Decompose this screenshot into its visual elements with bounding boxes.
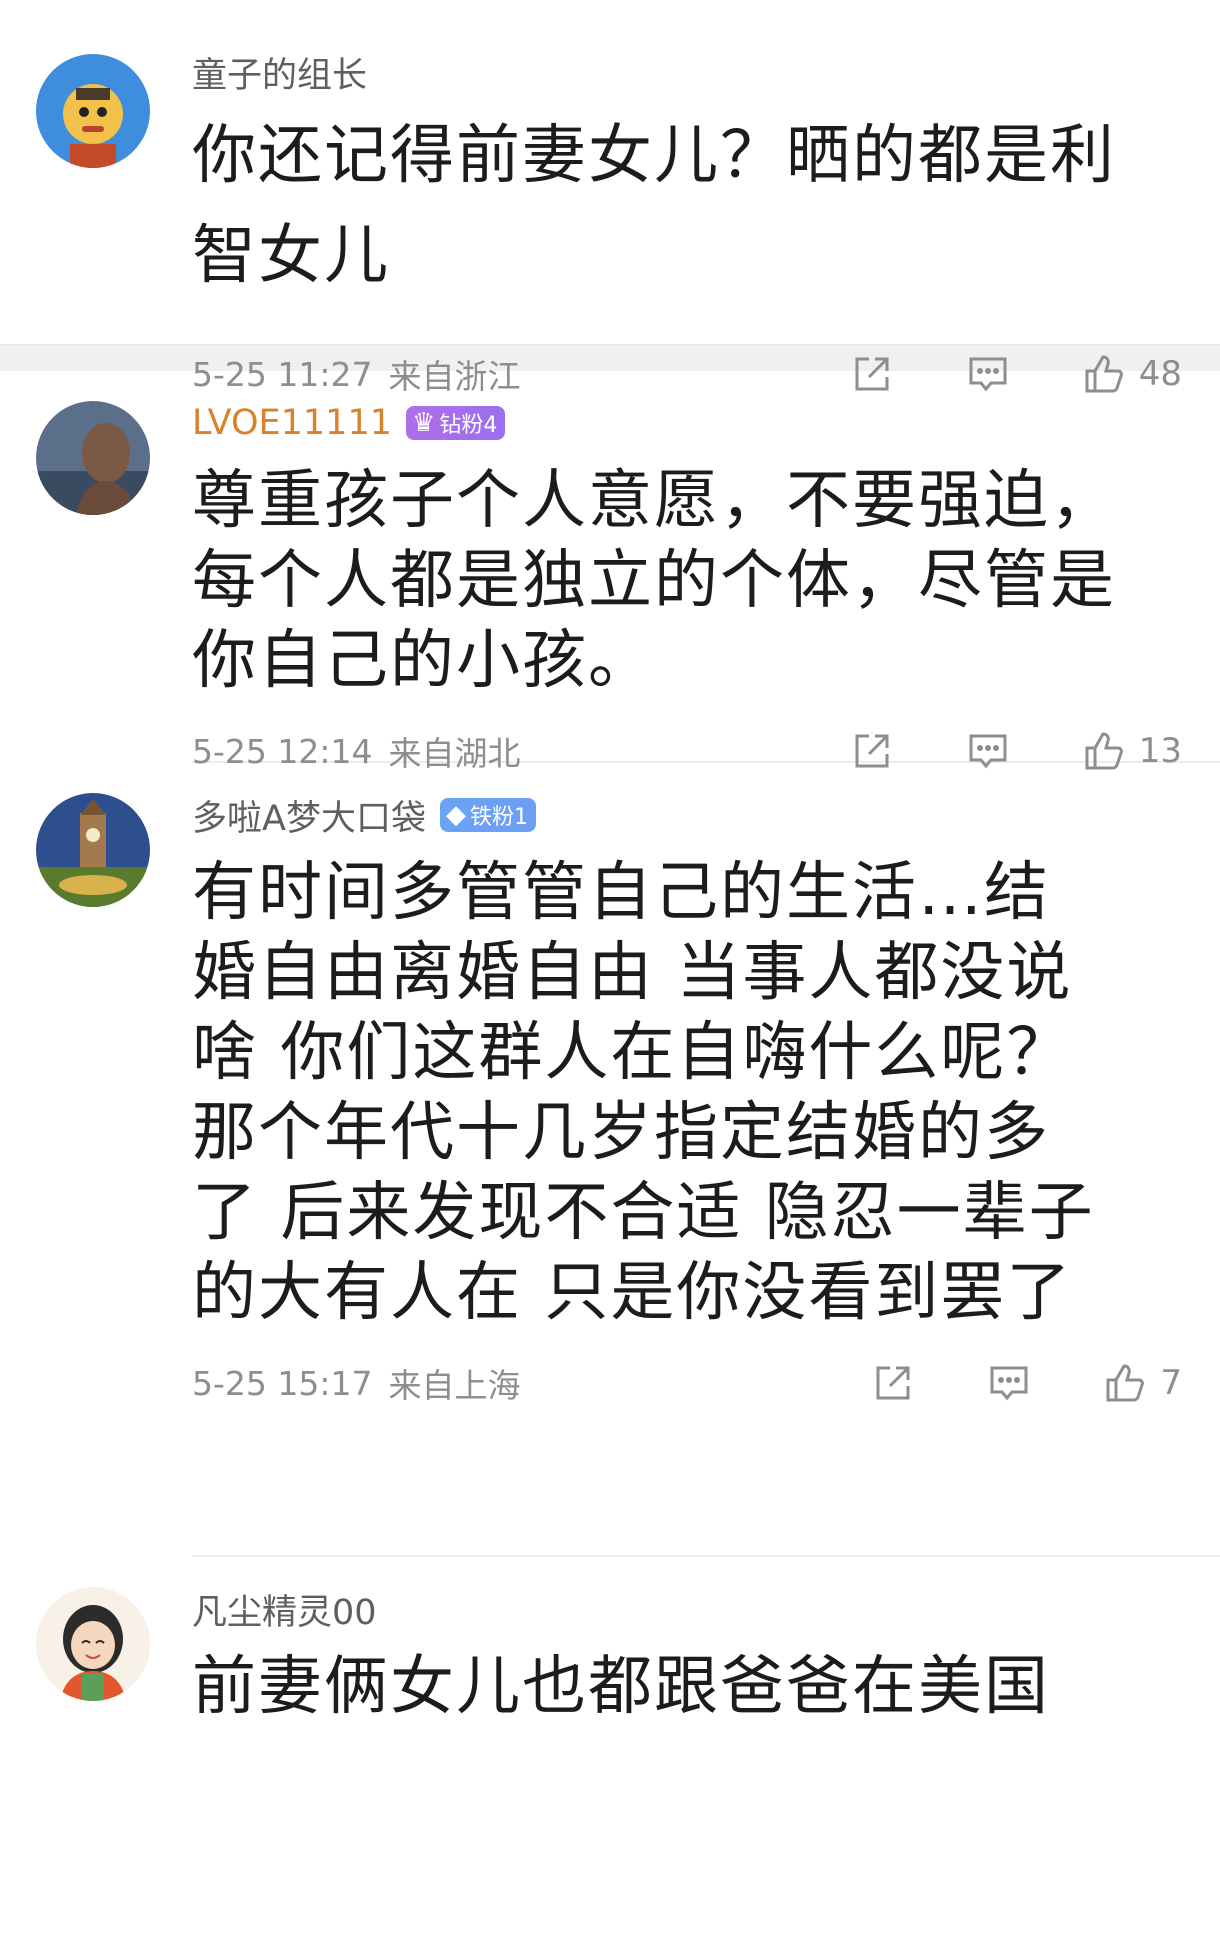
comment-text: 你还记得前妻女儿？晒的都是利 智女儿 [192,119,1116,293]
diamond-icon: ◆ [445,800,466,830]
comment-icon [990,1366,1028,1401]
thumbs-up-icon [1106,1364,1145,1402]
fan-badge: ◆ 铁粉1 [439,798,536,832]
comment-location: 来自上海 [388,1366,521,1405]
comment-text: 尊重孩子个人意愿，不要强迫， 每个人都是独立的个体，尽管是 你自己的小孩。 [192,464,1116,698]
share-icon [876,1366,910,1400]
comment-time: 5-25 15:17 [192,1363,373,1403]
comment-meta: 5-25 15:17 来自上海 7 [192,1343,1182,1423]
fan-badge: ♛ 钻粉4 [406,406,506,440]
reply-button[interactable] [986,1360,1032,1406]
username[interactable]: 多啦A梦大口袋 [192,790,426,841]
avatar[interactable] [36,54,150,168]
comment-item: LVOE11111 ♛ 钻粉4 尊重孩子个人意愿，不要强迫， 每个人都是独立的个… [0,371,1220,773]
crown-icon: ♛ [412,408,436,438]
comment-item: 凡尘精灵00 前妻俩女儿也都跟爸爸在美国 [0,1557,1220,1757]
share-button[interactable] [870,1360,916,1406]
comment-text: 有时间多管管自己的生活…结 婚自由离婚自由 当事人都没说 啥 你们这群人在自嗨什… [192,856,1095,1330]
username[interactable]: 凡尘精灵00 [192,1584,377,1635]
like-button[interactable]: 7 [1102,1360,1182,1406]
username[interactable]: LVOE11111 [192,403,392,443]
avatar[interactable] [36,401,150,515]
comment-text: 前妻俩女儿也都跟爸爸在美国 [192,1650,1050,1724]
like-count: 7 [1160,1363,1182,1403]
username[interactable]: 童子的组长 [192,47,367,98]
avatar[interactable] [36,793,150,907]
top-strip [0,0,1220,14]
comment-item: 多啦A梦大口袋 ◆ 铁粉1 有时间多管管自己的生活…结 婚自由离婚自由 当事人都… [0,763,1220,1555]
comment-item: 童子的组长 你还记得前妻女儿？晒的都是利 智女儿 5-25 11:27 来自浙江… [0,14,1220,396]
avatar[interactable] [36,1587,150,1701]
